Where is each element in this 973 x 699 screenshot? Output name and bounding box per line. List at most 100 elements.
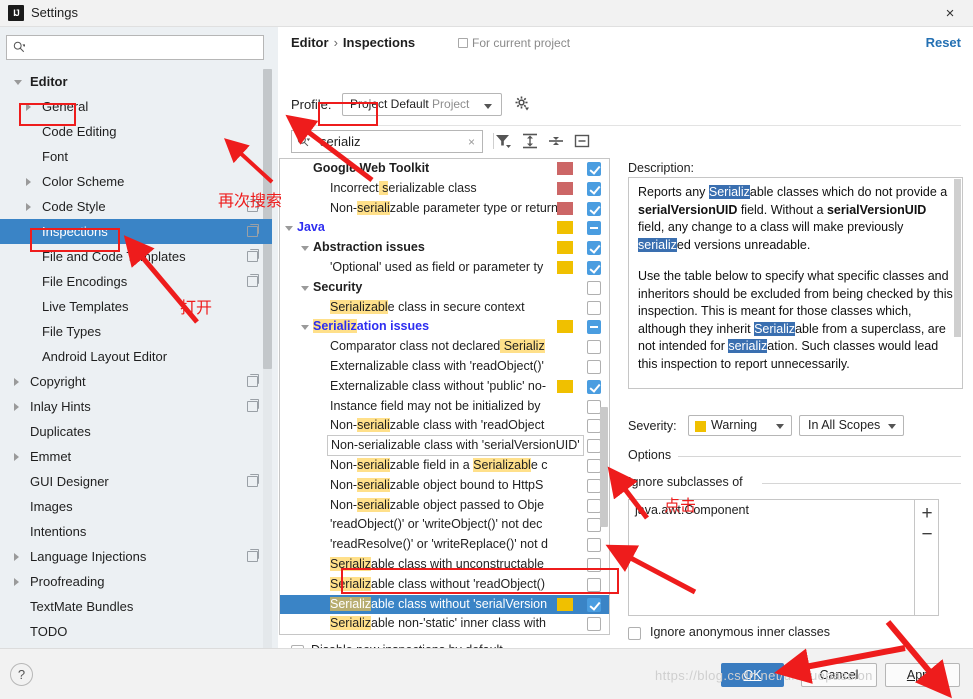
chevron-right-icon[interactable] — [26, 178, 31, 186]
ignore-anonymous-checkbox[interactable]: Ignore anonymous inner classes — [628, 625, 830, 640]
chevron-right-icon[interactable] — [14, 453, 19, 461]
inspection-tree[interactable]: Google Web Toolkit Incorrect serializable… — [279, 158, 610, 635]
copy-settings-icon[interactable] — [247, 474, 259, 487]
sidebar-item-emmet[interactable]: Emmet — [0, 444, 272, 469]
inspection-row[interactable]: Externalizable class without 'public' no… — [280, 377, 609, 397]
severity-swatch[interactable] — [557, 260, 573, 274]
chevron-down-icon[interactable] — [301, 325, 309, 331]
inspection-enabled-checkbox[interactable] — [587, 439, 601, 454]
severity-swatch[interactable] — [557, 201, 573, 215]
copy-settings-icon[interactable] — [247, 249, 259, 262]
inspection-row[interactable]: Non-serializable parameter type or retur… — [280, 199, 609, 219]
inspection-row[interactable]: Non-serializable class with 'readObject — [280, 416, 609, 436]
inspection-row[interactable]: Serializable class with unconstructable — [280, 555, 609, 575]
chevron-right-icon[interactable] — [14, 378, 19, 386]
inspection-enabled-checkbox[interactable] — [587, 399, 601, 414]
severity-swatch[interactable] — [557, 241, 573, 255]
remove-button[interactable]: − — [915, 524, 939, 546]
severity-dropdown[interactable]: Warning — [688, 415, 792, 436]
list-item[interactable]: java.awt.Component — [629, 500, 914, 520]
inspection-row[interactable]: Serializable non-'static' inner class wi… — [280, 614, 609, 634]
chevron-down-icon[interactable] — [301, 246, 309, 252]
close-icon[interactable]: × — [927, 0, 973, 27]
sidebar-item-general[interactable]: General — [0, 94, 272, 119]
chevron-right-icon[interactable] — [14, 403, 19, 411]
inspection-enabled-checkbox[interactable] — [587, 478, 601, 493]
inspection-row[interactable]: Externalizable class with 'readObject()' — [280, 357, 609, 377]
inspection-enabled-checkbox[interactable] — [587, 280, 601, 295]
inspection-enabled-checkbox[interactable] — [587, 597, 601, 612]
expand-all-icon[interactable] — [521, 132, 539, 150]
scope-dropdown[interactable]: In All Scopes — [799, 415, 904, 436]
inspection-row[interactable]: Serializable class without 'serialVersio… — [280, 594, 609, 615]
inspection-row[interactable]: Java — [280, 218, 609, 238]
severity-swatch[interactable] — [557, 597, 573, 611]
inspection-row[interactable]: Comparator class not declared Serializ — [280, 337, 609, 357]
sidebar-item-live-templates[interactable]: Live Templates — [0, 294, 272, 319]
inspection-search-input[interactable]: serializ × — [291, 130, 483, 153]
inspection-enabled-checkbox[interactable] — [587, 300, 601, 315]
chevron-down-icon[interactable] — [285, 226, 293, 232]
inspection-row[interactable]: Serializable class without 'readObject() — [280, 575, 609, 595]
sidebar-item-android-layout-editor[interactable]: Android Layout Editor — [0, 344, 272, 369]
inspection-enabled-checkbox[interactable] — [587, 241, 601, 256]
inspection-enabled-checkbox[interactable] — [587, 518, 601, 533]
gear-icon[interactable] — [514, 95, 530, 111]
clear-icon[interactable]: × — [468, 135, 475, 149]
ignore-subclasses-list[interactable]: java.awt.Component — [628, 499, 915, 616]
inspection-enabled-checkbox[interactable] — [587, 201, 601, 216]
sidebar-item-file-and-code-templates[interactable]: File and Code Templates — [0, 244, 272, 269]
inspection-enabled-checkbox[interactable] — [587, 557, 601, 572]
copy-settings-icon[interactable] — [247, 374, 259, 387]
add-button[interactable]: + — [915, 503, 939, 525]
inspection-row[interactable]: Non-serializable object passed to Obje — [280, 496, 609, 516]
inspection-enabled-checkbox[interactable] — [587, 379, 601, 394]
sidebar-item-duplicates[interactable]: Duplicates — [0, 419, 272, 444]
copy-settings-icon[interactable] — [247, 549, 259, 562]
severity-swatch[interactable] — [557, 221, 573, 235]
inspection-row[interactable]: Non-serializable object bound to HttpS — [280, 476, 609, 496]
description-scrollbar[interactable] — [954, 179, 961, 337]
inspection-row[interactable]: 'Optional' used as field or parameter ty — [280, 258, 609, 278]
chevron-right-icon[interactable] — [26, 103, 31, 111]
copy-settings-icon[interactable] — [247, 399, 259, 412]
inspection-tree-scrollbar[interactable] — [600, 407, 608, 527]
sidebar-item-editor[interactable]: Editor — [0, 69, 272, 94]
inspection-row[interactable]: Serializable class in secure context — [280, 298, 609, 318]
inspection-enabled-checkbox[interactable] — [587, 538, 601, 553]
sidebar-item-todo[interactable]: TODO — [0, 619, 272, 644]
inspection-enabled-checkbox[interactable] — [587, 577, 601, 592]
sidebar-item-copyright[interactable]: Copyright — [0, 369, 272, 394]
sidebar-item-language-injections[interactable]: Language Injections — [0, 544, 272, 569]
severity-swatch[interactable] — [557, 162, 573, 175]
copy-settings-icon[interactable] — [247, 274, 259, 287]
sidebar-item-textmate-bundles[interactable]: TextMate Bundles — [0, 594, 272, 619]
inspection-row[interactable]: Incorrect serializable class — [280, 179, 609, 199]
inspection-row[interactable]: Google Web Toolkit — [280, 159, 609, 179]
inspection-row[interactable]: Non-serializable field in a Serializable… — [280, 456, 609, 476]
severity-swatch[interactable] — [557, 181, 573, 195]
sidebar-item-inlay-hints[interactable]: Inlay Hints — [0, 394, 272, 419]
ok-button[interactable]: OK — [721, 663, 784, 687]
inspection-enabled-checkbox[interactable] — [587, 181, 601, 196]
sidebar-search-input[interactable] — [6, 35, 264, 60]
sidebar-item-images[interactable]: Images — [0, 494, 272, 519]
chevron-right-icon[interactable] — [26, 203, 31, 211]
sidebar-item-font[interactable]: Font — [0, 144, 272, 169]
sidebar-item-inspections[interactable]: Inspections — [0, 219, 272, 244]
cancel-button[interactable]: Cancel — [801, 663, 877, 687]
inspection-enabled-checkbox[interactable] — [587, 320, 601, 335]
sidebar-item-intentions[interactable]: Intentions — [0, 519, 272, 544]
apply-button[interactable]: Apply — [885, 663, 960, 687]
inspection-enabled-checkbox[interactable] — [587, 340, 601, 355]
inspection-enabled-checkbox[interactable] — [587, 419, 601, 434]
filter-icon[interactable] — [494, 132, 512, 150]
inspection-enabled-checkbox[interactable] — [587, 498, 601, 513]
severity-swatch[interactable] — [557, 379, 573, 393]
severity-swatch[interactable] — [557, 320, 573, 334]
chevron-right-icon[interactable] — [14, 578, 19, 586]
inspection-enabled-checkbox[interactable] — [587, 162, 601, 176]
chevron-down-icon[interactable] — [14, 80, 22, 89]
collapse-box-icon[interactable] — [573, 132, 591, 150]
inspection-row[interactable]: 'readObject()' or 'writeObject()' not de… — [280, 515, 609, 535]
